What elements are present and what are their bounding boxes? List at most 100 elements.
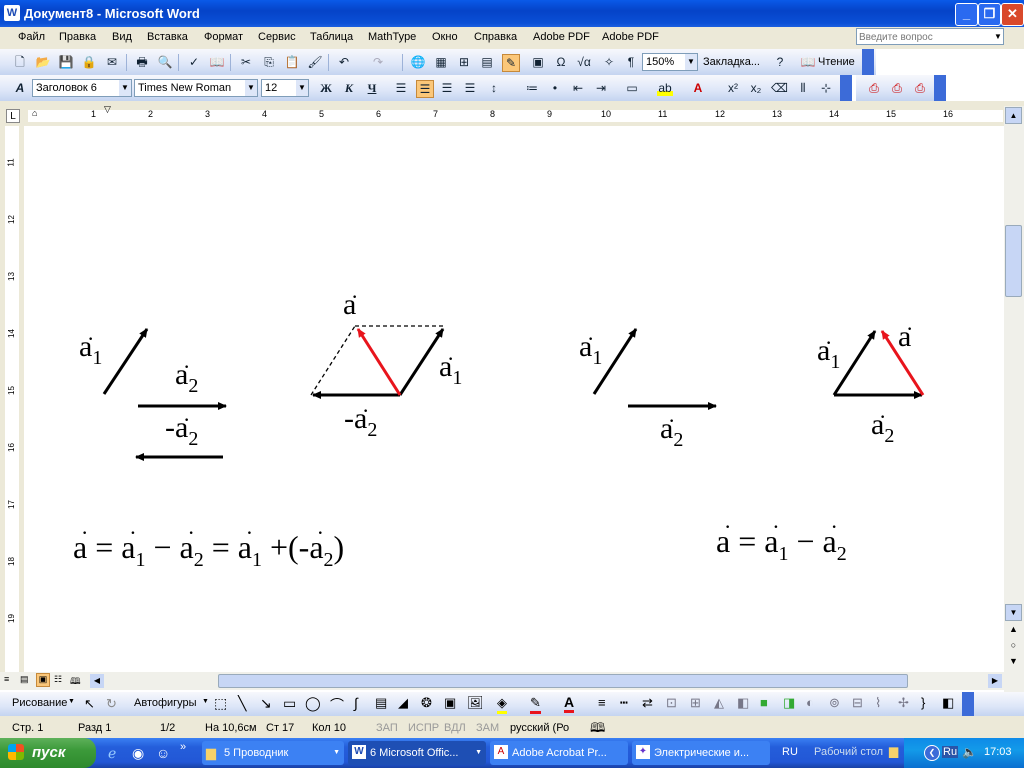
- scroll-down-icon[interactable]: ▼: [1005, 604, 1022, 621]
- status-track-changes[interactable]: ИСПР: [408, 722, 439, 734]
- browse-object-icon[interactable]: ○: [1005, 640, 1022, 654]
- status-extend[interactable]: ВДЛ: [444, 722, 466, 734]
- vector-diagram: [102, 325, 925, 461]
- outline-view-icon[interactable]: ☷: [54, 674, 62, 685]
- ie-icon[interactable]: ℯ: [108, 745, 116, 762]
- shadow-icon[interactable]: ■: [760, 695, 768, 710]
- previous-page-icon[interactable]: ▲: [1005, 624, 1022, 638]
- label-a2-right: · a2: [660, 408, 684, 451]
- formula-left-eq1: =: [95, 529, 114, 565]
- scroll-left-icon[interactable]: ◀: [90, 674, 104, 688]
- chevron-down-icon: ▼: [333, 749, 340, 756]
- task-electric[interactable]: ✦ Электрические и...: [632, 741, 770, 765]
- clock[interactable]: 17:03: [984, 746, 1012, 758]
- free-rotate-icon[interactable]: ↻: [106, 696, 117, 712]
- rectangle-icon[interactable]: ▭: [283, 695, 296, 712]
- oval-icon[interactable]: ◯: [305, 695, 321, 712]
- arrow-style-icon[interactable]: ⇄: [642, 695, 653, 711]
- word-icon: W: [352, 745, 366, 759]
- horizontal-scroll-thumb[interactable]: [218, 674, 908, 688]
- task-explorer-label: 5 Проводник: [224, 747, 289, 759]
- windows-logo-icon: [8, 744, 24, 760]
- rotate-icon[interactable]: ⊚: [829, 695, 840, 711]
- connector-icon[interactable]: ⌇: [875, 695, 881, 711]
- chevron-down-icon[interactable]: ▼: [202, 698, 209, 705]
- task-word-label: 6 Microsoft Offic...: [370, 747, 459, 759]
- status-record[interactable]: ЗАП: [376, 722, 398, 734]
- label-a-sum: · a: [343, 284, 359, 321]
- document-icon: ✦: [636, 745, 650, 759]
- task-explorer[interactable]: ▆ 5 Проводник ▼: [202, 741, 344, 765]
- chevron-down-icon: ▼: [475, 749, 482, 756]
- start-label: пуск: [32, 744, 66, 761]
- more-shapes-icon[interactable]: ◧: [942, 695, 954, 711]
- status-overwrite[interactable]: ЗАМ: [476, 722, 499, 734]
- freeform-icon[interactable]: ∫: [354, 695, 358, 711]
- drawing-canvas-icon[interactable]: ⬚: [214, 695, 227, 712]
- tray-expand-icon[interactable]: ❮: [924, 745, 940, 761]
- line-color-icon[interactable]: ✎: [530, 695, 541, 714]
- scroll-right-icon[interactable]: ▶: [988, 674, 1002, 688]
- desktop-toolbar[interactable]: Рабочий стол: [814, 746, 883, 758]
- drawing-menu-button[interactable]: Рисование: [12, 697, 67, 709]
- messenger-icon[interactable]: ☺: [156, 745, 170, 761]
- nudge-icon[interactable]: ◐: [806, 695, 814, 710]
- dash-style-icon[interactable]: ┅: [620, 695, 628, 711]
- line-icon[interactable]: ╲: [238, 695, 246, 712]
- scroll-up-icon[interactable]: ▲: [1005, 107, 1022, 124]
- formula-left: · a = · a1 − · a2 = · a1 +(· -a2): [73, 520, 345, 571]
- status-column: Кол 10: [312, 722, 346, 734]
- label-triangle-a1: · a1: [817, 330, 841, 373]
- align-icon[interactable]: ⊡: [666, 695, 677, 711]
- task-acrobat-label: Adobe Acrobat Pr...: [512, 747, 607, 759]
- brace-icon[interactable]: }: [921, 695, 925, 710]
- formula-right-sub1: 1: [778, 543, 789, 565]
- toolbar-options-icon[interactable]: [962, 692, 974, 716]
- insert-picture-icon[interactable]: 🖼: [467, 695, 484, 711]
- task-word[interactable]: W 6 Microsoft Offic... ▼: [348, 741, 486, 765]
- curve-icon[interactable]: ⌒: [330, 695, 344, 715]
- status-language: русский (Ро: [510, 722, 570, 734]
- fill-color-icon[interactable]: ◈: [497, 695, 507, 714]
- 3d-icon[interactable]: ◨: [783, 695, 795, 711]
- edit-points-icon[interactable]: ✢: [898, 695, 909, 711]
- keyboard-layout-icon[interactable]: Ru: [942, 746, 959, 758]
- formula-left-plus: +: [269, 529, 288, 565]
- font-color-draw-icon[interactable]: A: [564, 694, 575, 713]
- label-a1: · a1: [79, 326, 103, 369]
- text-box-icon[interactable]: ▤: [375, 695, 387, 711]
- order-icon[interactable]: ◧: [737, 695, 749, 711]
- next-page-icon[interactable]: ▼: [1005, 656, 1022, 670]
- reading-view-icon[interactable]: 🕮: [70, 674, 81, 690]
- formula-left-eq2: =: [211, 529, 230, 565]
- language-indicator[interactable]: RU: [782, 746, 798, 758]
- arrow-icon[interactable]: ↘: [260, 695, 272, 712]
- status-page: Стр. 1: [12, 722, 44, 734]
- vertical-scroll-thumb[interactable]: [1005, 225, 1022, 297]
- clip-art-icon[interactable]: ▣: [444, 695, 456, 711]
- chevron-down-icon[interactable]: ▼: [68, 698, 75, 705]
- select-objects-icon[interactable]: ↖: [84, 696, 95, 712]
- group-icon[interactable]: ⊟: [852, 695, 863, 711]
- autoshapes-menu-button[interactable]: Автофигуры: [134, 697, 197, 709]
- print-layout-view-icon[interactable]: ▣: [36, 673, 50, 687]
- ungroup-icon[interactable]: ⊞: [690, 695, 701, 711]
- task-acrobat[interactable]: A Adobe Acrobat Pr...: [490, 741, 628, 765]
- line-style-icon[interactable]: ≡: [598, 695, 606, 710]
- wordart-icon[interactable]: ◢: [398, 695, 408, 711]
- normal-view-icon[interactable]: ≡: [4, 674, 9, 684]
- status-pages: 1/2: [160, 722, 176, 734]
- media-player-icon[interactable]: ◉: [132, 745, 144, 762]
- web-view-icon[interactable]: ▤: [20, 674, 29, 685]
- volume-icon[interactable]: 🔈: [962, 745, 977, 759]
- label-triangle-a2: · a2: [871, 404, 895, 447]
- vector-a1-arrow: [102, 328, 149, 395]
- parallelogram-a1-arrow: [398, 328, 445, 396]
- flip-icon[interactable]: ◭: [714, 695, 724, 711]
- folder-icon[interactable]: ▆: [889, 744, 898, 758]
- quicklaunch-more-icon[interactable]: »: [180, 741, 186, 753]
- diagram-icon[interactable]: ❂: [421, 695, 432, 711]
- label-triangle-a: · a: [898, 316, 914, 353]
- start-button[interactable]: пуск: [0, 738, 96, 768]
- label-neg-a2-parallelogram: · -a2: [344, 398, 378, 441]
